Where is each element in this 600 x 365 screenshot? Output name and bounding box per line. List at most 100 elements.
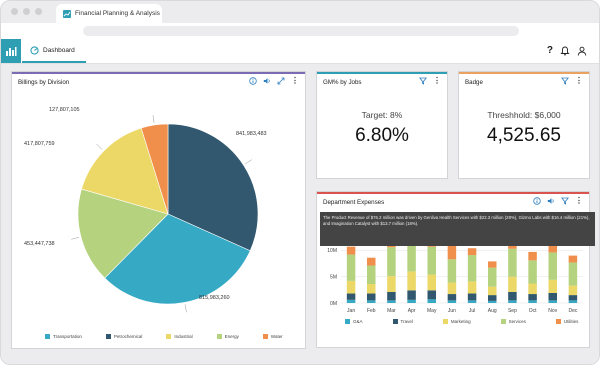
- browser-tab-title: Financial Planning & Analysis: [75, 10, 160, 17]
- dashboard-canvas: Billings by Division ⋮ 127,807,105 417,8…: [1, 65, 599, 364]
- bar-segment-g-a-apr[interactable]: [407, 299, 416, 303]
- more-menu-icon[interactable]: ⋮: [291, 77, 299, 85]
- bar-segment-marketing-mar[interactable]: [387, 276, 396, 292]
- browser-tabstrip: Financial Planning & Analysis: [1, 1, 599, 23]
- bar-segment-travel-sep[interactable]: [508, 291, 517, 301]
- bar-segment-travel-aug[interactable]: [488, 295, 497, 301]
- bar-segment-marketing-feb[interactable]: [367, 284, 376, 294]
- bar-segment-marketing-jun[interactable]: [447, 282, 457, 295]
- bar-segment-marketing-may[interactable]: [427, 274, 437, 291]
- bar-segment-services-may[interactable]: [427, 246, 437, 275]
- bar-segment-travel-nov[interactable]: [548, 292, 558, 301]
- bell-icon[interactable]: [560, 46, 570, 56]
- bar-segment-g-a-aug[interactable]: [488, 300, 497, 303]
- bar-segment-g-a-mar[interactable]: [387, 300, 396, 303]
- user-icon[interactable]: [577, 46, 587, 56]
- legend-swatch: [500, 319, 506, 324]
- app-logo[interactable]: [1, 39, 21, 63]
- speaker-icon[interactable]: [263, 77, 271, 85]
- bar-segment-g-a-may[interactable]: [427, 299, 437, 303]
- billings-title: Billings by Division: [18, 79, 70, 86]
- info-icon[interactable]: [533, 197, 541, 205]
- bar-segment-marketing-dec[interactable]: [568, 285, 578, 296]
- browser-tab[interactable]: Financial Planning & Analysis: [56, 4, 162, 23]
- bar-segment-travel-apr[interactable]: [407, 290, 416, 300]
- legend-item-energy[interactable]: Energy: [216, 334, 239, 339]
- help-icon[interactable]: ?: [547, 44, 553, 58]
- legend-item-ga[interactable]: G&A: [345, 319, 363, 324]
- speaker-icon[interactable]: [547, 197, 555, 205]
- bar-segment-travel-may[interactable]: [427, 290, 437, 300]
- bar-segment-travel-jun[interactable]: [447, 294, 457, 301]
- bar-segment-services-jul[interactable]: [467, 255, 477, 282]
- legend-label: Industrial: [174, 334, 193, 339]
- legend-item-utilities[interactable]: Utilities: [555, 319, 578, 324]
- legend-item-transportation[interactable]: Transportation: [45, 334, 82, 339]
- bar-segment-g-a-feb[interactable]: [367, 300, 376, 303]
- x-tick-label: Sep: [508, 308, 517, 314]
- bar-segment-g-a-sep[interactable]: [508, 300, 517, 303]
- bar-segment-services-mar[interactable]: [387, 247, 396, 277]
- legend-item-travel[interactable]: Travel: [392, 319, 413, 324]
- filter-icon[interactable]: [561, 197, 569, 205]
- bar-segment-utilities-jun[interactable]: [447, 245, 457, 260]
- info-icon[interactable]: [249, 77, 257, 85]
- bar-segment-services-jun[interactable]: [447, 259, 457, 283]
- bar-segment-services-jan[interactable]: [346, 254, 356, 281]
- more-menu-icon[interactable]: ⋮: [575, 77, 583, 85]
- bar-segment-marketing-sep[interactable]: [508, 276, 517, 292]
- legend-swatch: [555, 319, 561, 324]
- bar-segment-utilities-jul[interactable]: [467, 248, 477, 256]
- bar-segment-marketing-jul[interactable]: [467, 281, 477, 294]
- bar-segment-g-a-dec[interactable]: [568, 300, 578, 303]
- bar-segment-marketing-nov[interactable]: [548, 279, 558, 293]
- bar-segment-marketing-aug[interactable]: [488, 286, 497, 296]
- bar-segment-travel-jul[interactable]: [467, 293, 477, 301]
- bar-segment-marketing-apr[interactable]: [407, 271, 416, 291]
- bar-segment-services-feb[interactable]: [367, 265, 376, 285]
- minimize-dot[interactable]: [23, 8, 30, 15]
- expand-icon[interactable]: [277, 77, 285, 85]
- bar-segment-g-a-jun[interactable]: [447, 300, 457, 303]
- more-menu-icon[interactable]: ⋮: [575, 197, 583, 205]
- maximize-dot[interactable]: [35, 8, 42, 15]
- address-bar[interactable]: [83, 26, 519, 36]
- bar-segment-g-a-jul[interactable]: [467, 300, 477, 303]
- bar-segment-travel-mar[interactable]: [387, 291, 396, 301]
- bar-segment-marketing-jan[interactable]: [346, 280, 356, 294]
- legend-item-services[interactable]: Services: [500, 319, 526, 324]
- bar-segment-travel-jan[interactable]: [346, 293, 356, 300]
- bar-segment-g-a-nov[interactable]: [548, 300, 558, 303]
- pie-label-energy: 453,447,738: [24, 241, 55, 247]
- bar-segment-travel-feb[interactable]: [367, 293, 376, 301]
- legend-item-water[interactable]: Water: [262, 334, 283, 339]
- bar-segment-services-oct[interactable]: [528, 260, 537, 284]
- bar-segment-utilities-dec[interactable]: [568, 255, 578, 263]
- y-tick-label: 0M: [330, 301, 337, 307]
- legend-item-industrial[interactable]: Industrial: [166, 334, 193, 339]
- bar-segment-g-a-jan[interactable]: [346, 299, 356, 303]
- close-dot[interactable]: [11, 8, 18, 15]
- tab-dashboard[interactable]: Dashboard: [22, 39, 86, 63]
- bar-segment-services-aug[interactable]: [488, 267, 497, 287]
- x-tick-label: Feb: [367, 308, 376, 314]
- bar-segment-utilities-aug[interactable]: [488, 261, 497, 268]
- bar-segment-utilities-jan[interactable]: [346, 246, 356, 255]
- legend-item-petrochemical[interactable]: Petrochemical: [105, 334, 142, 339]
- pie-leader-water: [152, 115, 155, 124]
- bar-segment-travel-oct[interactable]: [528, 294, 537, 301]
- bar-segment-g-a-oct[interactable]: [528, 300, 537, 303]
- filter-icon[interactable]: [419, 77, 427, 85]
- gm-target: Target: 8%: [361, 110, 403, 120]
- more-menu-icon[interactable]: ⋮: [433, 77, 441, 85]
- bar-segment-services-sep[interactable]: [508, 248, 517, 277]
- bar-segment-marketing-oct[interactable]: [528, 283, 537, 295]
- bar-segment-utilities-oct[interactable]: [528, 251, 537, 261]
- badge-actions: ⋮: [561, 77, 583, 85]
- legend-item-marketing[interactable]: Marketing: [442, 319, 471, 324]
- bar-segment-services-nov[interactable]: [548, 252, 558, 280]
- bar-segment-travel-dec[interactable]: [568, 295, 578, 301]
- filter-icon[interactable]: [561, 77, 569, 85]
- bar-segment-utilities-feb[interactable]: [367, 257, 376, 266]
- bar-segment-services-dec[interactable]: [568, 262, 578, 286]
